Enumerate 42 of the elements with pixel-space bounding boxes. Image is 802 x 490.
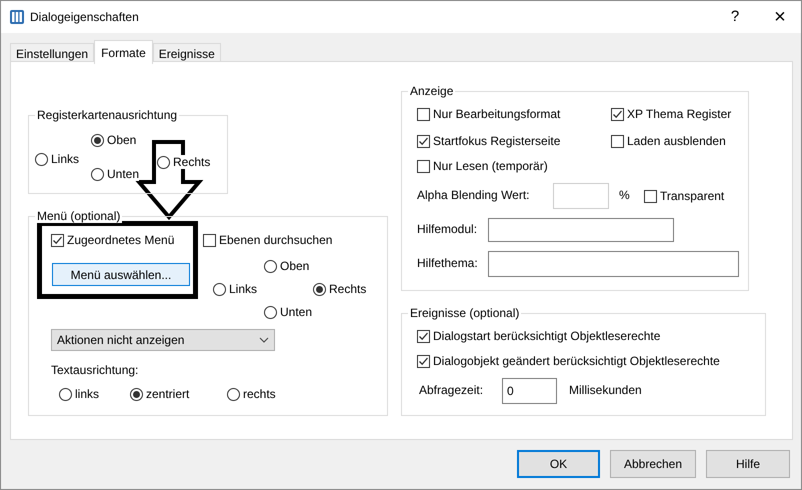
checkbox[interactable]: Dialogobjekt geändert berücksichtigt Objektleserechte	[417, 354, 720, 368]
tab[interactable]: Formate	[94, 40, 153, 64]
checkmark-icon	[612, 108, 623, 120]
checkbox[interactable]: Laden ausblenden	[611, 134, 726, 148]
checkbox[interactable]: Zugeordnetes Menü	[51, 233, 174, 247]
group-label: Registerkartenausrichtung	[35, 108, 180, 122]
app-icon	[9, 9, 25, 25]
checkbox[interactable]: Nur Lesen (temporär)	[417, 159, 548, 173]
tab[interactable]: Einstellungen	[10, 43, 94, 63]
window-title: Dialogeigenschaften	[30, 9, 139, 26]
checkbox[interactable]: Startfokus Registerseite	[417, 134, 560, 148]
checkbox[interactable]: Ebenen durchsuchen	[203, 233, 332, 247]
dialog-button[interactable]: Hilfe	[706, 450, 790, 478]
input-field[interactable]: 0	[502, 378, 557, 404]
field-label: Textausrichtung:	[51, 363, 138, 377]
field-label: Hilfemodul:	[417, 222, 478, 236]
field-label: Abfragezeit:	[419, 383, 484, 397]
checkbox[interactable]: XP Thema Register	[611, 107, 732, 121]
field-label: Hilfethema:	[417, 256, 478, 270]
unit-label: %	[619, 188, 630, 202]
select-menu-button[interactable]: Menü auswählen...	[52, 263, 190, 286]
checkmark-icon	[52, 234, 63, 246]
checkbox[interactable]: Dialogstart berücksichtigt Objektleserechte	[417, 329, 660, 343]
input-field[interactable]	[553, 183, 609, 209]
actions-dropdown[interactable]: Aktionen nicht anzeigen	[51, 329, 275, 351]
field-label: Alpha Blending Wert:	[417, 188, 530, 202]
group-label: Menü (optional)	[35, 209, 122, 223]
dialog-button[interactable]: Abbrechen	[610, 450, 696, 478]
checkbox[interactable]: Transparent	[644, 189, 724, 203]
group-label: Anzeige	[408, 84, 456, 98]
checkbox[interactable]: Nur Bearbeitungsformat	[417, 107, 560, 121]
unit-label: Millisekunden	[569, 383, 642, 397]
close-button[interactable]: ×	[757, 1, 801, 33]
ok-button[interactable]: OK	[517, 450, 600, 478]
checkmark-icon	[418, 136, 429, 146]
checkmark-icon	[418, 356, 429, 366]
help-button[interactable]: ?	[713, 1, 757, 33]
chevron-down-icon	[259, 337, 269, 343]
input-field[interactable]	[488, 251, 739, 277]
input-field[interactable]	[488, 218, 674, 242]
group-label: Ereignisse (optional)	[408, 306, 522, 320]
checkmark-icon	[418, 330, 429, 342]
